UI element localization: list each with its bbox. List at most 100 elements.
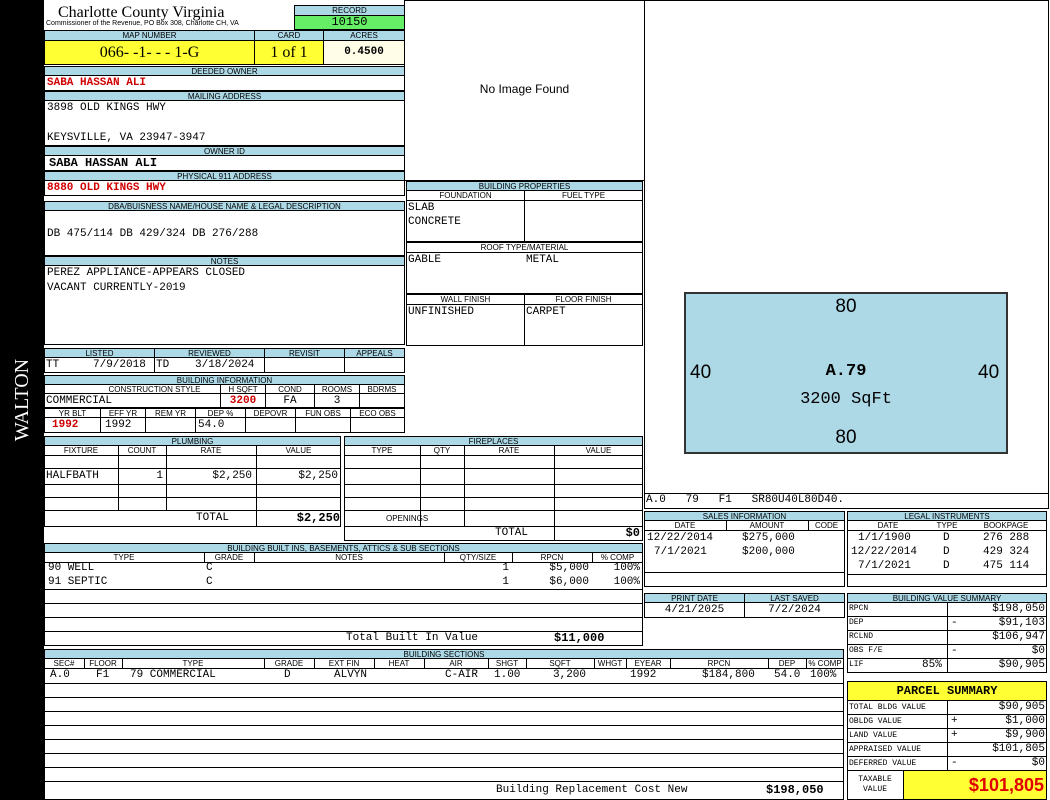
parcel-appraised-value: $101,805 xyxy=(992,743,1045,755)
legal-book-2: 429 324 xyxy=(983,546,1030,558)
reviewed-by: TD xyxy=(156,359,170,371)
rule xyxy=(44,725,844,726)
section-ext-fin: ALVYN xyxy=(334,669,368,681)
foundation-value-2: CONCRETE xyxy=(408,216,461,228)
sections-col-rpcn: RPCN xyxy=(707,659,731,668)
bvs-lif-value: $90,905 xyxy=(998,659,1045,671)
notes-line-2: VACANT CURRENTLY-2019 xyxy=(47,282,186,294)
rule xyxy=(44,697,844,698)
legal-book-1: 276 288 xyxy=(983,532,1030,544)
rule xyxy=(44,683,844,684)
owner-id-value: SABA HASSAN ALI xyxy=(49,156,158,170)
bvs-rpcn-value: $198,050 xyxy=(992,603,1045,615)
rule xyxy=(350,417,351,433)
sketch-sqft: 3200 SqFt xyxy=(800,390,892,409)
rule xyxy=(154,357,155,373)
builtin-grade-2: C xyxy=(206,576,213,588)
rule xyxy=(195,417,196,433)
rule xyxy=(264,357,265,373)
rule xyxy=(44,455,341,456)
rule xyxy=(254,552,255,562)
mailing-line-2: KEYSVILLE, VA 23947-3947 xyxy=(47,132,206,144)
section-dep: 54.0 xyxy=(774,669,801,681)
parcel-obldg-value: $1,000 xyxy=(1005,715,1045,727)
bvs-obs-label: OBS F/E xyxy=(849,646,883,655)
sections-col-type: TYPE xyxy=(182,659,204,668)
sections-col-whgt: WHGT xyxy=(597,659,623,668)
replacement-cost-label: Building Replacement Cost New xyxy=(496,784,688,796)
legal-type-1: D xyxy=(943,532,950,544)
sections-col-dep: DEP xyxy=(778,659,796,668)
bvs-rpcn-label: RPCN xyxy=(849,604,869,613)
map-number-value: 066- -1- - - 1-G xyxy=(44,40,255,65)
deeded-owner-value: SABA HASSAN ALI xyxy=(47,77,147,89)
parcel-obldg-label: OBLDG VALUE xyxy=(849,717,902,726)
rule xyxy=(344,455,643,456)
rule xyxy=(644,572,845,573)
rule xyxy=(44,781,844,782)
reviewed-date: 3/18/2024 xyxy=(195,359,255,371)
rule xyxy=(444,552,445,562)
roof-material-value: METAL xyxy=(526,254,560,266)
legal-type-3: D xyxy=(943,560,950,572)
section-type: 79 COMMERCIAL xyxy=(130,669,216,681)
bvs-dep-label: DEP xyxy=(849,618,864,627)
legal-date-3: 7/1/2021 xyxy=(858,560,911,572)
builtin-comp-2: 100% xyxy=(613,576,640,588)
builtin-rpcn-1: $5,000 xyxy=(549,562,589,574)
listed-date: 7/9/2018 xyxy=(93,359,146,371)
sections-col-grade: GRADE xyxy=(274,659,304,668)
rule xyxy=(44,739,844,740)
rule xyxy=(44,589,643,590)
dep-value: 54.0 xyxy=(198,419,225,431)
sections-col-sqft: SQFT xyxy=(549,659,571,668)
rule xyxy=(44,617,643,618)
sales-date-1: 12/22/2014 xyxy=(647,532,714,544)
rule xyxy=(344,484,643,485)
bvs-lif-op: 85% xyxy=(922,659,942,671)
eff-yr-value: 1992 xyxy=(105,419,132,431)
legal-date-2: 12/22/2014 xyxy=(851,546,918,558)
parcel-total-bldg-value: $90,905 xyxy=(998,701,1045,713)
builtin-comp-1: 100% xyxy=(613,562,640,574)
sketch-area-code: A.79 xyxy=(825,362,867,381)
bvs-obs-value: $0 xyxy=(1031,645,1045,657)
district-label: WALTON xyxy=(11,358,33,442)
sales-amount-2: $200,000 xyxy=(742,546,795,558)
parcel-land-label: LAND VALUE xyxy=(849,731,898,740)
rule xyxy=(44,603,643,604)
legal-type-2: D xyxy=(943,546,950,558)
section-comp: 100% xyxy=(810,669,837,681)
county-title: Charlotte County Virginia xyxy=(58,4,225,21)
fireplace-total: $0 xyxy=(625,526,640,540)
fireplace-total-label: TOTAL xyxy=(495,527,529,539)
sections-col-floor: FLOOR xyxy=(89,659,117,668)
section-air: C-AIR xyxy=(445,669,479,681)
plumbing-count: 1 xyxy=(156,470,163,482)
no-image-text: No Image Found xyxy=(479,82,570,96)
rule xyxy=(592,552,593,562)
section-sqft: 3,200 xyxy=(553,669,587,681)
rooms-value: 3 xyxy=(333,395,341,407)
builtin-type-1: 90 WELL xyxy=(48,562,95,574)
rule xyxy=(644,530,845,531)
hsqft-value: 3200 xyxy=(229,395,257,407)
sketch-dim-top: 80 xyxy=(835,296,857,317)
last-saved-value: 7/2/2024 xyxy=(768,604,821,616)
rule xyxy=(847,574,1047,575)
county-subtitle: Commissioner of the Revenue, PO Box 308,… xyxy=(46,20,239,27)
plumbing-value: $2,250 xyxy=(298,470,338,482)
rule xyxy=(344,357,345,373)
bvs-rclnd-value: $106,947 xyxy=(992,631,1045,643)
parcel-total-bldg-label: TOTAL BLDG VALUE xyxy=(849,703,926,712)
rule xyxy=(44,468,341,469)
builtins-total: $11,000 xyxy=(554,631,605,645)
acres-value: 0.4500 xyxy=(323,40,405,65)
sketch-dim-bottom: 80 xyxy=(835,427,857,448)
rule xyxy=(406,252,643,253)
parcel-deferred-label: DEFERRED VALUE xyxy=(849,759,917,768)
roof-type-value: GABLE xyxy=(408,254,442,266)
builtin-grade-1: C xyxy=(206,562,213,574)
parcel-summary-label: PARCEL SUMMARY xyxy=(847,681,1047,701)
section-rpcn: $184,800 xyxy=(702,669,755,681)
